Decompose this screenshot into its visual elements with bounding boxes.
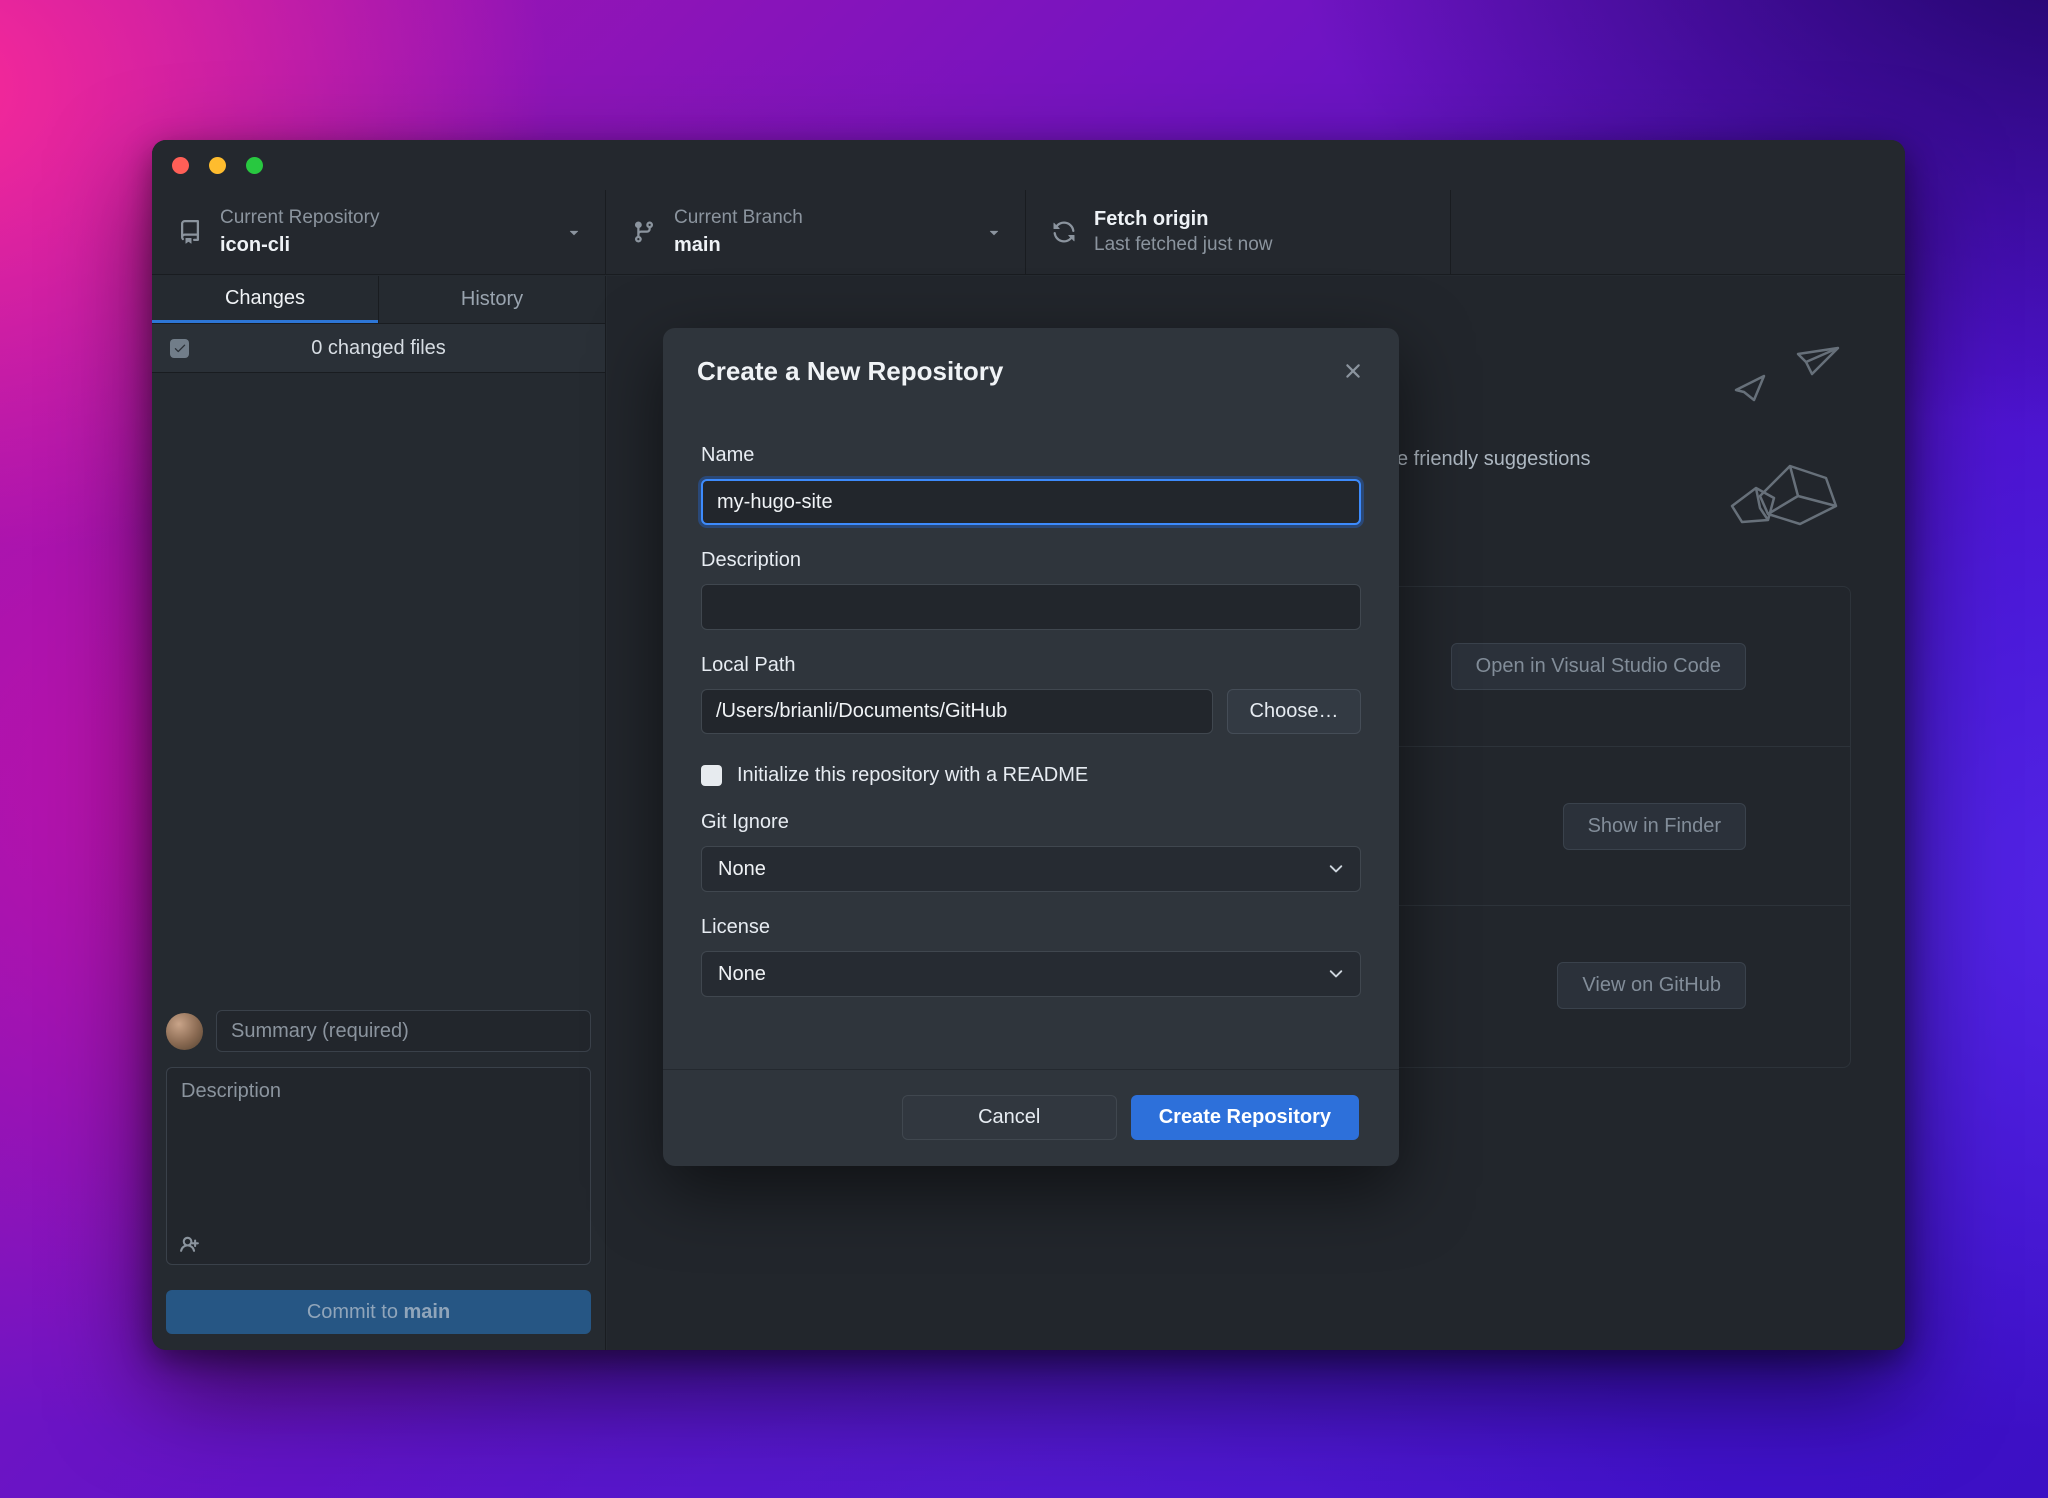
toolbar: Current Repository icon-cli Current Bran… bbox=[152, 190, 1905, 275]
git-ignore-select[interactable]: None bbox=[701, 846, 1361, 892]
current-repository-label: Current Repository bbox=[220, 207, 380, 229]
repository-description-input[interactable] bbox=[701, 584, 1361, 630]
add-coauthor-icon[interactable] bbox=[180, 1234, 202, 1256]
description-label: Description bbox=[701, 549, 802, 571]
chevron-down-icon bbox=[1326, 964, 1346, 984]
fetch-origin-subtitle: Last fetched just now bbox=[1094, 234, 1273, 256]
current-branch-text: Current Branch main bbox=[674, 207, 803, 257]
git-ignore-value: None bbox=[718, 857, 766, 880]
choose-path-button[interactable]: Choose… bbox=[1227, 689, 1361, 734]
local-path-input[interactable] bbox=[701, 689, 1213, 734]
readme-checkbox-label: Initialize this repository with a README bbox=[737, 764, 1089, 786]
current-branch-dropdown[interactable]: Current Branch main bbox=[606, 190, 1026, 274]
dialog-header: Create a New Repository bbox=[663, 328, 1399, 414]
commit-summary-input[interactable] bbox=[216, 1010, 591, 1052]
name-label: Name bbox=[701, 444, 755, 466]
view-on-github-button[interactable]: View on GitHub bbox=[1557, 961, 1746, 1009]
commit-description-textarea[interactable] bbox=[166, 1067, 591, 1265]
changed-files-count: 0 changed files bbox=[311, 336, 446, 359]
current-branch-label: Current Branch bbox=[674, 207, 803, 229]
chevron-down-icon bbox=[985, 223, 1003, 241]
current-branch-value: main bbox=[674, 233, 721, 256]
license-select[interactable]: None bbox=[701, 951, 1361, 997]
fetch-origin-text: Fetch origin Last fetched just now bbox=[1094, 207, 1273, 257]
chevron-down-icon bbox=[1326, 859, 1346, 879]
close-window-button[interactable] bbox=[172, 157, 189, 174]
changes-sidebar: Changes History 0 changed files Summary … bbox=[152, 276, 606, 1350]
titlebar[interactable] bbox=[152, 140, 1905, 190]
fetch-origin-title: Fetch origin bbox=[1094, 208, 1209, 231]
git-branch-icon bbox=[632, 220, 656, 244]
commit-button-branch: main bbox=[403, 1300, 451, 1323]
readme-checkbox[interactable] bbox=[701, 765, 722, 786]
git-ignore-label: Git Ignore bbox=[701, 811, 789, 833]
paper-stack-illustration bbox=[1640, 346, 1860, 546]
open-in-vscode-button[interactable]: Open in Visual Studio Code bbox=[1450, 643, 1746, 690]
changes-list-empty bbox=[152, 373, 605, 996]
changed-files-row: 0 changed files bbox=[152, 324, 605, 373]
github-desktop-window: Current Repository icon-cli Current Bran… bbox=[152, 140, 1905, 1350]
cancel-button[interactable]: Cancel bbox=[901, 1095, 1117, 1140]
avatar bbox=[166, 1012, 203, 1050]
sidebar-tabs: Changes History bbox=[152, 276, 605, 324]
tab-history[interactable]: History bbox=[378, 276, 605, 323]
repository-name-input[interactable] bbox=[701, 479, 1361, 525]
suggestions-text: e friendly suggestions bbox=[1397, 448, 1591, 470]
readme-checkbox-row: Initialize this repository with a README bbox=[701, 764, 1361, 787]
commit-composer: Commit to main bbox=[152, 996, 605, 1350]
dialog-title: Create a New Repository bbox=[697, 355, 1004, 386]
current-repository-value: icon-cli bbox=[220, 233, 291, 256]
current-repository-text: Current Repository icon-cli bbox=[220, 207, 379, 257]
minimize-window-button[interactable] bbox=[209, 157, 226, 174]
tab-changes[interactable]: Changes bbox=[152, 276, 378, 323]
commit-button-prefix: Commit to bbox=[306, 1300, 404, 1323]
create-repository-button[interactable]: Create Repository bbox=[1130, 1095, 1359, 1140]
show-in-finder-button[interactable]: Show in Finder bbox=[1562, 802, 1746, 850]
zoom-window-button[interactable] bbox=[246, 157, 263, 174]
dialog-footer: Cancel Create Repository bbox=[663, 1069, 1399, 1166]
commit-button[interactable]: Commit to main bbox=[166, 1290, 591, 1334]
select-all-checkbox[interactable] bbox=[170, 338, 189, 358]
fetch-origin-button[interactable]: Fetch origin Last fetched just now bbox=[1026, 190, 1451, 274]
license-value: None bbox=[718, 962, 766, 985]
close-icon[interactable] bbox=[1341, 359, 1365, 383]
repo-icon bbox=[178, 220, 202, 244]
dialog-body: Name Description Local Path Choose… Init… bbox=[663, 414, 1399, 997]
sync-icon bbox=[1052, 220, 1076, 244]
local-path-label: Local Path bbox=[701, 654, 796, 676]
desktop-wallpaper: Current Repository icon-cli Current Bran… bbox=[0, 0, 2048, 1498]
window-controls bbox=[152, 140, 1905, 174]
license-label: License bbox=[701, 916, 770, 938]
current-repository-dropdown[interactable]: Current Repository icon-cli bbox=[152, 190, 606, 274]
create-repository-dialog: Create a New Repository Name Description… bbox=[663, 328, 1399, 1166]
chevron-down-icon bbox=[565, 223, 583, 241]
